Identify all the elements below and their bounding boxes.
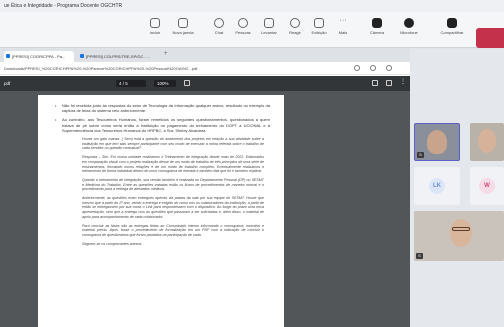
rotate-icon[interactable] [184, 80, 190, 86]
page-indicator-text: 4 / 5 [119, 81, 128, 86]
more-label: Mais [338, 30, 348, 35]
tab-favicon [80, 54, 84, 58]
print-icon[interactable] [386, 80, 392, 86]
include-label: Incluir [149, 30, 161, 35]
download-icon[interactable] [372, 80, 378, 86]
tab-pdf-document[interactable]: [PPRESI] COGRICPPA - Pa... [4, 51, 74, 62]
document-quote: Para concluir as fases são as entregas f… [82, 223, 264, 237]
url-text: Downloads/PPRESI_%20CGRICHPPA%20-%20Pare… [4, 66, 198, 71]
meeting-title-bar: ue Ética e Integridade - Programa Docent… [0, 0, 504, 12]
share-icon [447, 18, 457, 28]
participant-name-tag: S [417, 152, 424, 158]
raise-hand-label: Levantar [261, 30, 277, 35]
document-quote: Resposta – Sim. Em nossa unidade realiza… [82, 155, 264, 174]
participant-name-tag: S [416, 253, 423, 259]
document-paragraph: Não foi recebida junto às respostas do s… [52, 103, 270, 113]
browser-window: [PPRESI] COGRICPPA - Pa... [PPRESI] CGLP… [0, 49, 410, 327]
pdf-file-name: pdf [4, 81, 11, 86]
react-label: Reagir [289, 30, 301, 35]
zoom-level[interactable]: 100% [154, 80, 176, 87]
raise-hand-icon [264, 18, 274, 28]
participant-video-tile-large[interactable]: S [414, 211, 504, 261]
more-options-icon[interactable]: ⋮ [400, 79, 406, 86]
share-label: Compartilhar [440, 30, 464, 35]
microphone-button[interactable]: Microfone [396, 16, 422, 44]
chat-button[interactable]: Chat [206, 16, 232, 44]
bookmark-icon[interactable] [370, 65, 376, 71]
pdf-toolbar: pdf 4 / 5 100% ⋮ [0, 76, 410, 91]
share-button[interactable]: Compartilhar [436, 16, 468, 44]
participant-video [427, 130, 447, 154]
zoom-level-text: 100% [157, 81, 169, 86]
include-button[interactable]: Incluir [142, 16, 168, 44]
participant-video-tile[interactable]: S [414, 123, 460, 161]
extensions-icon[interactable] [386, 65, 392, 71]
view-button[interactable]: Exibição [306, 16, 332, 44]
view-label: Exibição [311, 30, 327, 35]
tab-label: [PPRESI] CGLPRS/TRE-SP/GC - ... [86, 54, 151, 59]
pdf-page: Não foi recebida junto às respostas do s… [38, 95, 284, 327]
participant-video [478, 129, 496, 153]
participant-avatar-tile[interactable]: W [470, 167, 504, 205]
pencil-icon [150, 18, 160, 28]
leave-button[interactable] [476, 28, 504, 48]
pdf-viewport[interactable]: Não foi recebida junto às respostas do s… [0, 91, 410, 327]
document-quote: Anteriormente, as questões eram entregue… [82, 196, 264, 219]
page-indicator[interactable]: 4 / 5 [116, 80, 146, 87]
microphone-label: Microfone [400, 30, 418, 35]
meeting-toolbar: Incluir Nova janela Chat Pessoas Levanta… [0, 12, 504, 48]
new-window-icon [178, 18, 188, 28]
people-label: Pessoas [235, 30, 251, 35]
raise-hand-button[interactable]: Levantar [256, 16, 282, 44]
participant-avatar: W [479, 178, 495, 194]
document-quote: Quando o treinamento de integração, sua … [82, 177, 264, 192]
screen: ue Ética e Integridade - Programa Docent… [0, 0, 504, 327]
microphone-icon [404, 18, 414, 28]
document-paragraph: Ao contrário, aos Tesoureiros Humanos, f… [52, 117, 270, 133]
new-window-button[interactable]: Nova janela [170, 16, 196, 44]
tab-favicon [6, 54, 10, 58]
view-icon [314, 18, 324, 28]
participant-avatar-tile[interactable]: LK [414, 167, 460, 205]
address-bar[interactable]: Downloads/PPRESI_%20CGRICHPPA%20-%20Pare… [0, 62, 410, 75]
document-quote: Houve um gato mansa. ( Sem) está a quest… [82, 137, 264, 151]
react-button[interactable]: Reagir [282, 16, 308, 44]
tab-label: [PPRESI] COGRICPPA - Pa... [12, 54, 66, 59]
camera-label: Câmera [369, 30, 385, 35]
react-icon [290, 18, 300, 28]
tab-second-document[interactable]: [PPRESI] CGLPRS/TRE-SP/GC - ... [78, 51, 160, 62]
new-tab-button[interactable]: + [164, 51, 168, 57]
glasses-icon [452, 227, 470, 231]
camera-icon [372, 18, 382, 28]
participant-video-tile[interactable] [470, 123, 504, 161]
document-quote: Seguem-se os comprovantes anexos. [82, 241, 143, 246]
meeting-title: ue Ética e Integridade - Programa Docent… [4, 3, 123, 9]
zoom-icon[interactable] [354, 65, 360, 71]
participants-panel: S LK W S [410, 49, 504, 327]
chat-label: Chat [214, 30, 224, 35]
participant-video [450, 219, 472, 247]
new-window-label: Nova janela [172, 30, 194, 35]
more-icon: ··· [339, 17, 347, 24]
camera-button[interactable]: Câmera [364, 16, 390, 44]
tab-strip: [PPRESI] COGRICPPA - Pa... [PPRESI] CGLP… [0, 49, 410, 62]
chat-icon [214, 18, 224, 28]
participant-avatar: LK [429, 178, 445, 194]
people-button[interactable]: Pessoas [230, 16, 256, 44]
more-button[interactable]: ··· Mais [330, 16, 356, 44]
people-icon [238, 18, 248, 28]
